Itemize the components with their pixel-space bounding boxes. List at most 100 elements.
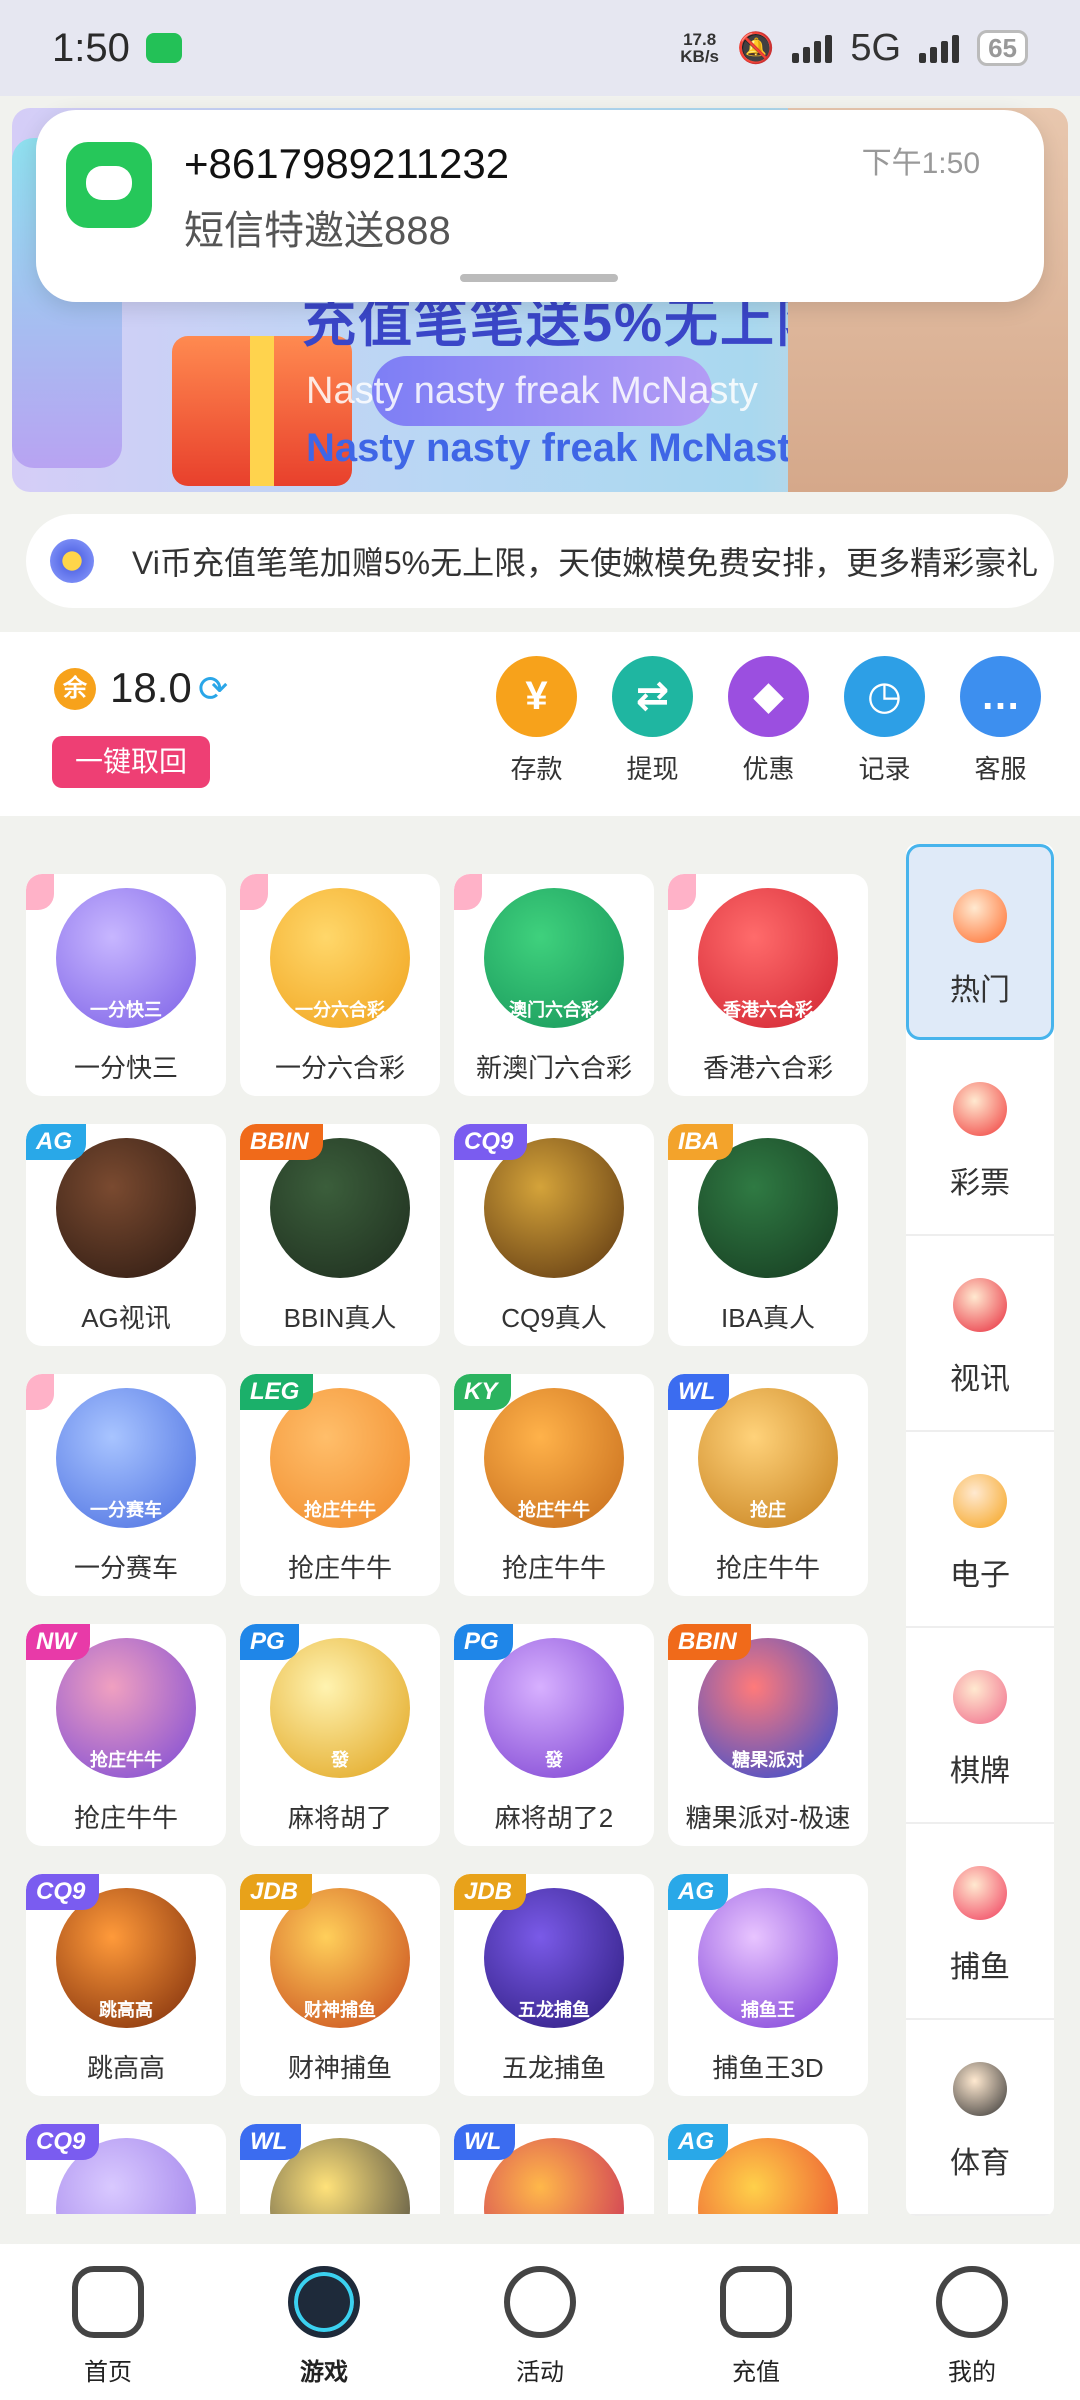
game-card[interactable]: IBA IBA真人 [668,1124,868,1346]
category-label: 电子 [950,1559,1010,1592]
provider-badge: PG [240,1624,299,1660]
nav-tab-2[interactable]: 活动 [432,2244,648,2400]
wallet-action-4[interactable]: … 客服 [960,656,1041,786]
wallet-action-0[interactable]: ¥ 存款 [496,656,577,786]
game-card[interactable]: 抢庄牛牛 LEG 抢庄牛牛 [240,1374,440,1596]
provider-badge: JDB [454,1874,527,1910]
chat-icon: … [960,656,1041,737]
wallet-actions: ¥ 存款 ⇄ 提现 ◆ 优惠 ◷ 记录 … 客服 [496,656,1041,786]
slot-seven-icon [953,1474,1007,1528]
game-card[interactable]: 一分赛车 一分赛车 [26,1374,226,1596]
game-name: AG视讯 [81,1303,171,1333]
game-name: 抢庄牛牛 [501,1553,606,1583]
game-card[interactable]: 抢庄牛牛 NW 抢庄牛牛 [26,1624,226,1846]
message-notification-icon [145,33,182,63]
provider-badge: AG [668,1874,728,1910]
game-card[interactable]: AG AG视讯 [26,1124,226,1346]
provider-badge: CQ9 [454,1124,528,1160]
game-card[interactable]: 抢庄 WL 抢庄牛牛 [668,1374,868,1596]
category-3[interactable]: 电子 [906,1432,1054,1628]
profile-icon [936,2266,1008,2338]
category-5[interactable]: 捕鱼 [906,1824,1054,2020]
game-name: 财神捕鱼 [287,2053,392,2083]
announcement-marquee[interactable]: Vi币充值笔笔加赠5%无上限，天使嫩模免费安排，更多精彩豪礼 [26,514,1054,608]
game-art-text: 澳门六合彩 [509,1000,599,1020]
game-name: 一分六合彩 [274,1053,405,1083]
provider-badge: CQ9 [26,2124,100,2160]
game-thumbnail: 發 [484,1638,624,1778]
game-name: 跳高高 [86,2053,165,2083]
game-card[interactable]: 财神捕鱼 JDB 财神捕鱼 [240,1874,440,2096]
bottom-navigation: 首页 游戏 活动 充值 我的 [0,2244,1080,2400]
yen-icon: ¥ [496,656,577,737]
game-art-text: 抢庄牛牛 [518,1500,590,1520]
game-name: BBIN真人 [283,1303,397,1333]
game-art-text: 抢庄牛牛 [304,1500,376,1520]
game-card[interactable]: WL [240,2124,440,2214]
category-4[interactable]: 棋牌 [906,1628,1054,1824]
game-card[interactable]: 跳高高 CQ9 跳高高 [26,1874,226,2096]
game-art-text: 抢庄 [750,1500,786,1520]
messages-app-icon [66,142,152,228]
category-1[interactable]: 彩票 [906,1040,1054,1236]
game-art-text: 财神捕鱼 [304,2000,376,2020]
nav-tab-label: 充值 [732,2359,780,2386]
nav-tab-1[interactable]: 游戏 [216,2244,432,2400]
sms-notification[interactable]: +8617989211232 短信特邀送888 下午1:50 [36,110,1044,302]
nav-tab-4[interactable]: 我的 [864,2244,1080,2400]
game-card[interactable]: 五龙捕鱼 JDB 五龙捕鱼 [454,1874,654,2096]
game-card[interactable]: CQ9 [26,2124,226,2214]
game-card[interactable]: 捕鱼王 AG 捕鱼王3D [668,1874,868,2096]
game-card[interactable]: 糖果派对 BBIN 糖果派对-极速 [668,1624,868,1846]
wallet-action-3[interactable]: ◷ 记录 [844,656,925,786]
withdraw-all-button[interactable]: 一键取回 [52,736,210,788]
game-name: 糖果派对-极速 [685,1803,851,1833]
provider-badge: LEG [240,1374,314,1410]
game-card[interactable]: 抢庄牛牛 KY 抢庄牛牛 [454,1374,654,1596]
game-art-text: 五龙捕鱼 [518,2000,590,2020]
game-thumbnail: 澳门六合彩 [484,888,624,1028]
lottery-ball-icon [953,1082,1007,1136]
category-label: 视讯 [950,1363,1010,1396]
game-card[interactable]: AG [668,2124,868,2214]
game-card[interactable]: 澳门六合彩新澳门六合彩 [454,874,654,1096]
category-2[interactable]: 视讯 [906,1236,1054,1432]
game-art-text: 跳高高 [99,2000,153,2020]
wallet-action-1[interactable]: ⇄ 提现 [612,656,693,786]
nav-tab-0[interactable]: 首页 [0,2244,216,2400]
game-card[interactable]: 一分六合彩 一分六合彩 [240,874,440,1096]
game-thumbnail: 抢庄 [698,1388,838,1528]
provider-badge: BBIN [240,1124,323,1160]
notification-time: 下午1:50 [861,147,980,180]
wallet-action-2[interactable]: ◆ 优惠 [728,656,809,786]
wallet-action-label: 提现 [626,754,679,784]
refresh-icon[interactable]: ⟳ [198,668,228,710]
provider-badge: WL [240,2124,302,2160]
category-0[interactable]: 热门 [906,844,1054,1040]
playing-cards-icon [953,1670,1007,1724]
nav-tab-label: 游戏 [300,2359,348,2386]
status-bar: 1:50 17.8 KB/s 🔕 5G 65 [0,0,1080,96]
game-card[interactable]: WL [454,2124,654,2214]
game-name: 捕鱼王3D [712,2053,824,2083]
signal-icon-2 [919,33,960,63]
soccer-ball-icon [953,2062,1007,2116]
banner-caption-2: Nasty nasty freak McNasty [306,426,813,470]
notification-drag-handle[interactable] [460,274,618,282]
nav-tab-3[interactable]: 充值 [648,2244,864,2400]
game-name: IBA真人 [721,1303,815,1333]
category-6[interactable]: 体育 [906,2020,1054,2216]
network-type: 5G [850,26,902,69]
game-card[interactable]: 香港六合彩 香港六合彩 [668,874,868,1096]
game-card[interactable]: CQ9 CQ9真人 [454,1124,654,1346]
flag-icon [504,2266,576,2338]
game-name: 麻将胡了2 [494,1803,614,1833]
game-card[interactable]: 發 PG 麻将胡了2 [454,1624,654,1846]
game-card[interactable]: BBIN BBIN真人 [240,1124,440,1346]
wallet-action-label: 优惠 [742,754,795,784]
game-card[interactable]: 一分快三 一分快三 [26,874,226,1096]
game-card[interactable]: 發 PG 麻将胡了 [240,1624,440,1846]
notification-sender: +8617989211232 [184,140,510,187]
game-name: 新澳门六合彩 [475,1053,632,1083]
game-art-text: 一分快三 [90,1000,162,1020]
